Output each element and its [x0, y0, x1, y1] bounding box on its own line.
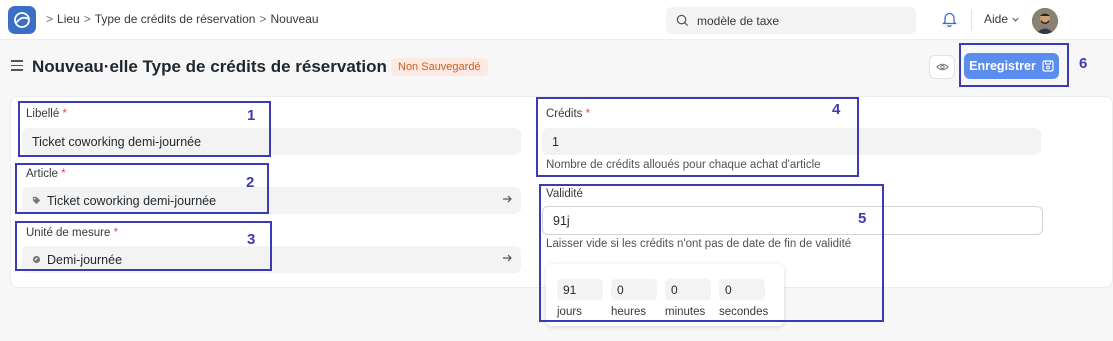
- logo-icon: [14, 12, 30, 28]
- annotation-box-6: [959, 43, 1069, 87]
- app-logo[interactable]: [8, 6, 36, 34]
- annotation-box-4: [536, 97, 859, 177]
- annotation-box-5: [539, 184, 884, 322]
- navbar-divider: [971, 10, 972, 30]
- eye-icon: [935, 63, 949, 71]
- sidebar-toggle-icon[interactable]: [11, 60, 23, 74]
- annotation-number-4: 4: [832, 101, 841, 118]
- preview-button[interactable]: [929, 55, 955, 79]
- breadcrumb-current: Nouveau: [270, 12, 319, 26]
- annotation-number-1: 1: [247, 107, 256, 124]
- avatar[interactable]: [1032, 8, 1058, 34]
- help-label: Aide: [984, 12, 1009, 26]
- search-bar[interactable]: modèle de taxe: [666, 7, 916, 34]
- chevron-down-icon: [1012, 17, 1019, 22]
- breadcrumb-doctype[interactable]: Type de crédits de réservation: [95, 12, 256, 26]
- annotation-number-2: 2: [246, 174, 255, 191]
- annotation-box-3: [15, 221, 272, 271]
- navbar: > Lieu > Type de crédits de réservation …: [0, 0, 1113, 40]
- arrow-right-icon[interactable]: [501, 193, 513, 208]
- breadcrumb-lieu[interactable]: Lieu: [57, 12, 80, 26]
- help-dropdown[interactable]: Aide: [984, 12, 1020, 26]
- breadcrumb-separator: >: [46, 12, 54, 26]
- search-icon: [676, 14, 689, 27]
- breadcrumb-separator: >: [83, 12, 91, 26]
- status-badge: Non Sauvegardé: [391, 58, 488, 76]
- annotation-number-5: 5: [858, 210, 867, 227]
- annotation-box-1: [18, 101, 271, 157]
- notifications-button[interactable]: [941, 11, 958, 32]
- bell-icon: [941, 12, 958, 28]
- arrow-right-icon[interactable]: [501, 252, 513, 267]
- page-title: Nouveau·elle Type de crédits de réservat…: [32, 57, 387, 76]
- annotation-number-3: 3: [247, 231, 256, 248]
- annotation-number-6: 6: [1079, 55, 1088, 72]
- annotation-box-2: [15, 163, 269, 214]
- user-avatar-icon: [1032, 8, 1058, 34]
- breadcrumb-separator: >: [259, 12, 267, 26]
- search-input[interactable]: modèle de taxe: [697, 14, 779, 28]
- breadcrumb: > Lieu > Type de crédits de réservation …: [46, 12, 319, 26]
